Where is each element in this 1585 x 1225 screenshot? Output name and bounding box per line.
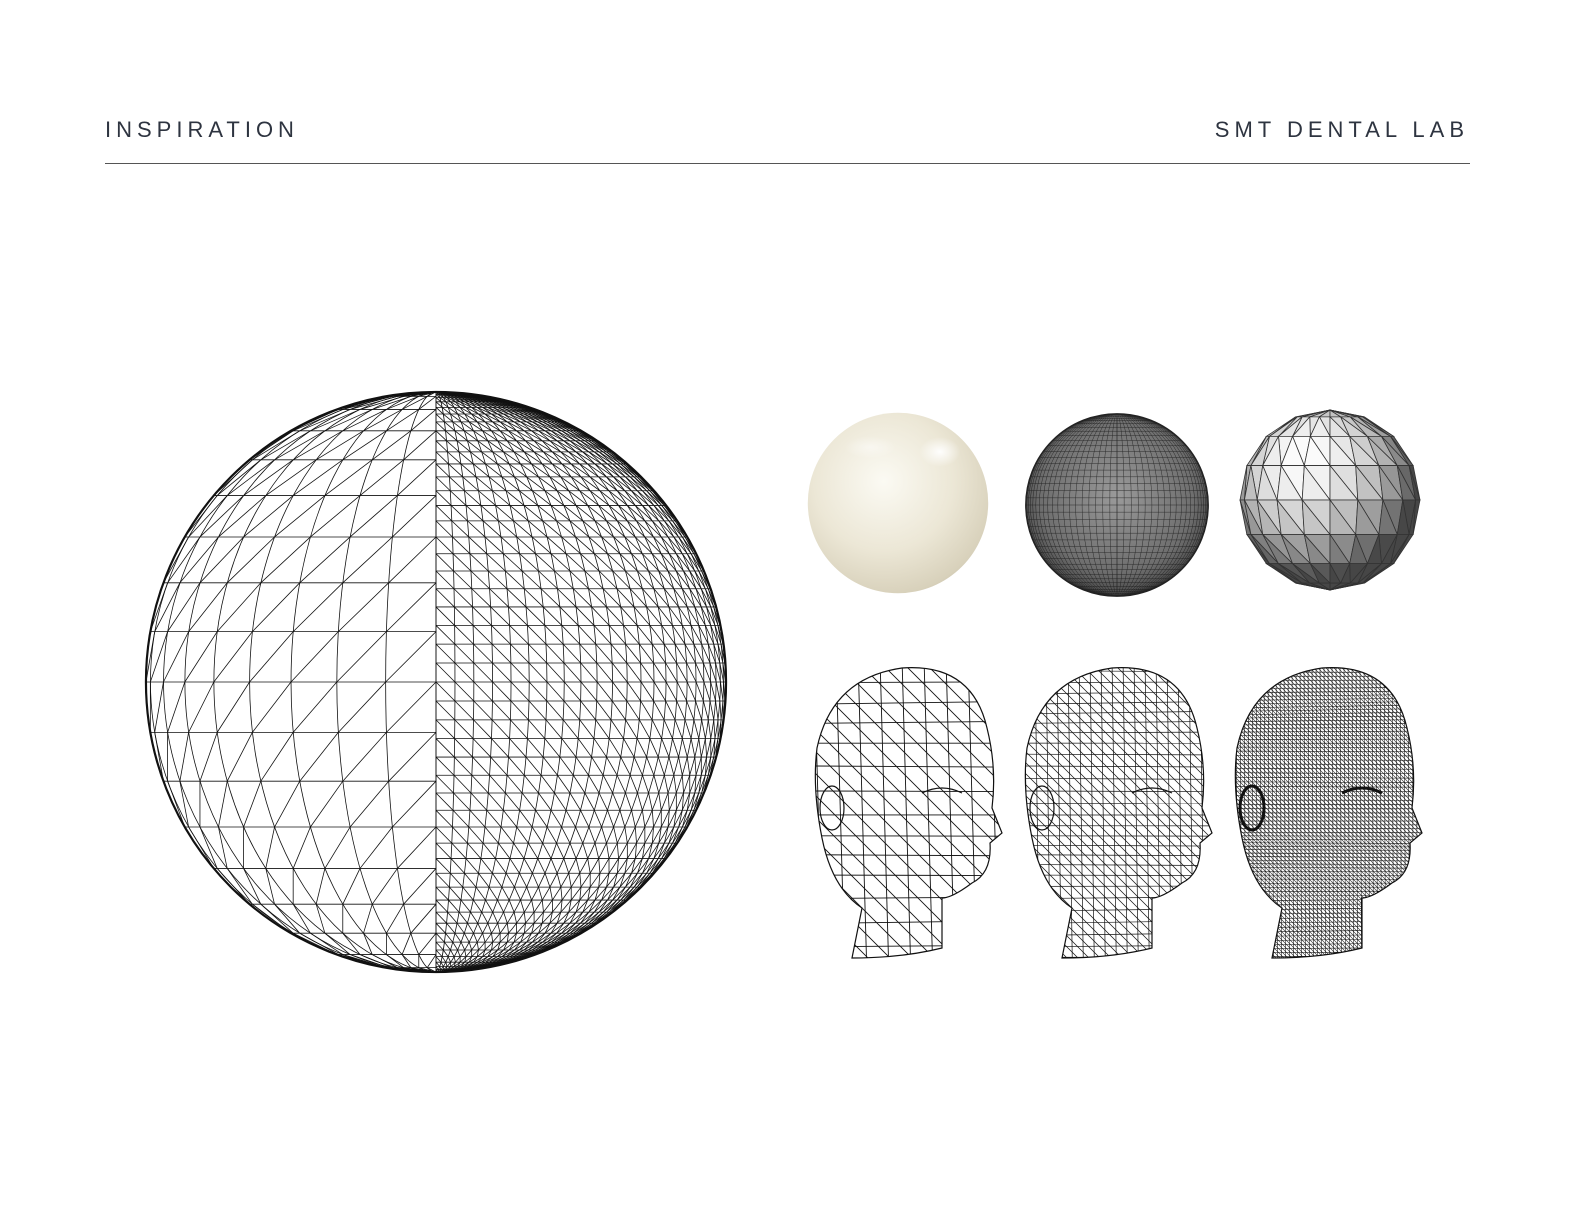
dense-mesh-sphere [1025,413,1209,597]
faceted-sphere [1239,409,1421,591]
glossy-ivory-sphere [807,412,989,594]
wireframe-sphere-large [144,390,728,974]
brand-name: SMT DENTAL LAB [1214,117,1469,142]
wireframe-heads [814,667,1423,959]
header-divider [105,163,1470,164]
page-title: INSPIRATION [105,117,299,142]
